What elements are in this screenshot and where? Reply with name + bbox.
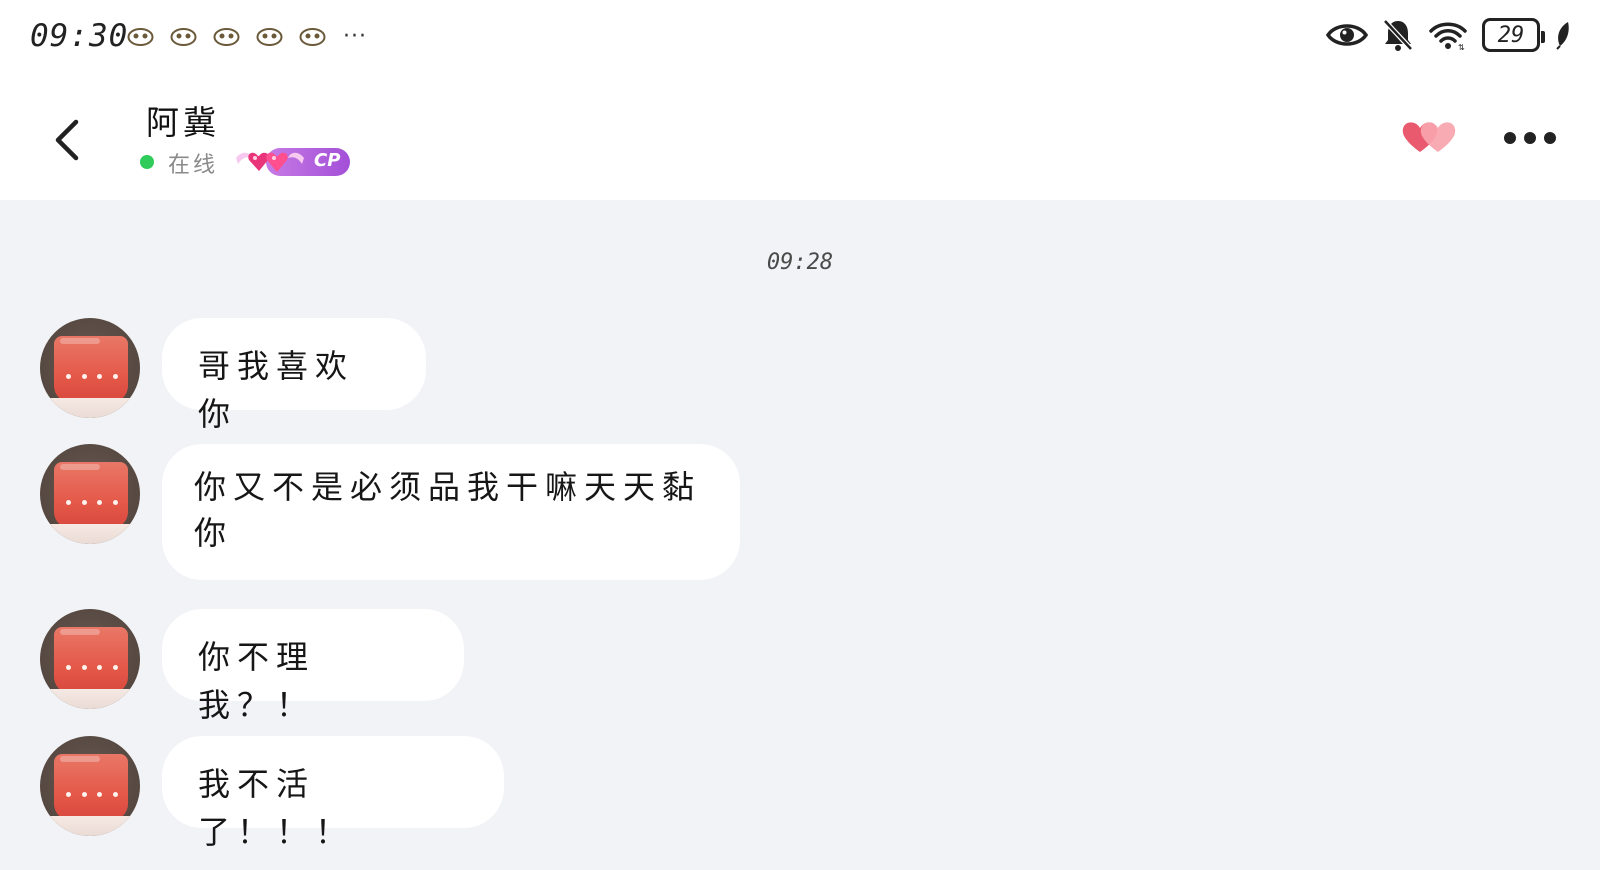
contact-name[interactable]: 阿冀 [146, 96, 220, 144]
battery-icon: 29 [1482, 18, 1545, 52]
contact-avatar[interactable] [40, 318, 140, 418]
contact-avatar[interactable] [40, 444, 140, 544]
message-timestamp: 09:28 [766, 250, 834, 275]
app-notif-icon [256, 28, 283, 46]
more-options-button[interactable] [1504, 128, 1556, 148]
more-dot-icon [1504, 132, 1516, 144]
chat-messages[interactable]: 09:28 哥我喜欢你 你又不是必须品我干嘛天天黏你 你不理我？！ 我不活了！！… [0, 200, 1600, 870]
system-icons: ⇅ 29 [1326, 18, 1572, 52]
status-bar: 09:30 ··· ⇅ 29 [0, 0, 1600, 78]
contact-avatar[interactable] [40, 609, 140, 709]
chat-header: 阿冀 在线 CP [0, 78, 1600, 200]
svg-text:⇅: ⇅ [1458, 43, 1465, 51]
winged-hearts-icon [236, 152, 304, 172]
battery-level: 29 [1497, 22, 1525, 48]
message-bubble[interactable]: 我不活了！！！ [162, 736, 504, 851]
back-arrow-icon[interactable] [48, 114, 88, 166]
intimacy-hearts-icon[interactable] [1398, 116, 1462, 160]
eye-icon [1326, 24, 1368, 46]
leaf-icon [1556, 22, 1569, 50]
app-notif-icon [299, 28, 326, 46]
status-time: 09:30 [30, 18, 129, 54]
app-notif-icon [127, 28, 154, 46]
app-notif-icon [213, 28, 240, 46]
message-bubble[interactable]: 你又不是必须品我干嘛天天黏你 [162, 444, 740, 580]
more-dot-icon [1544, 132, 1556, 144]
cp-badge-label: CP [314, 150, 341, 171]
more-dot-icon [1524, 132, 1536, 144]
cp-badge[interactable]: CP [232, 144, 350, 178]
contact-avatar[interactable] [40, 736, 140, 836]
online-status-dot [140, 155, 154, 169]
online-status-text: 在线 [168, 153, 219, 178]
message-bubble[interactable]: 你不理我？！ [162, 609, 464, 724]
app-notif-icon [170, 28, 197, 46]
message-bubble[interactable]: 哥我喜欢你 [162, 318, 426, 433]
mute-bell-icon [1383, 19, 1413, 51]
more-notifications-icon: ··· [343, 24, 367, 49]
notification-icons: ··· [126, 26, 367, 48]
wifi-icon: ⇅ [1429, 22, 1467, 51]
